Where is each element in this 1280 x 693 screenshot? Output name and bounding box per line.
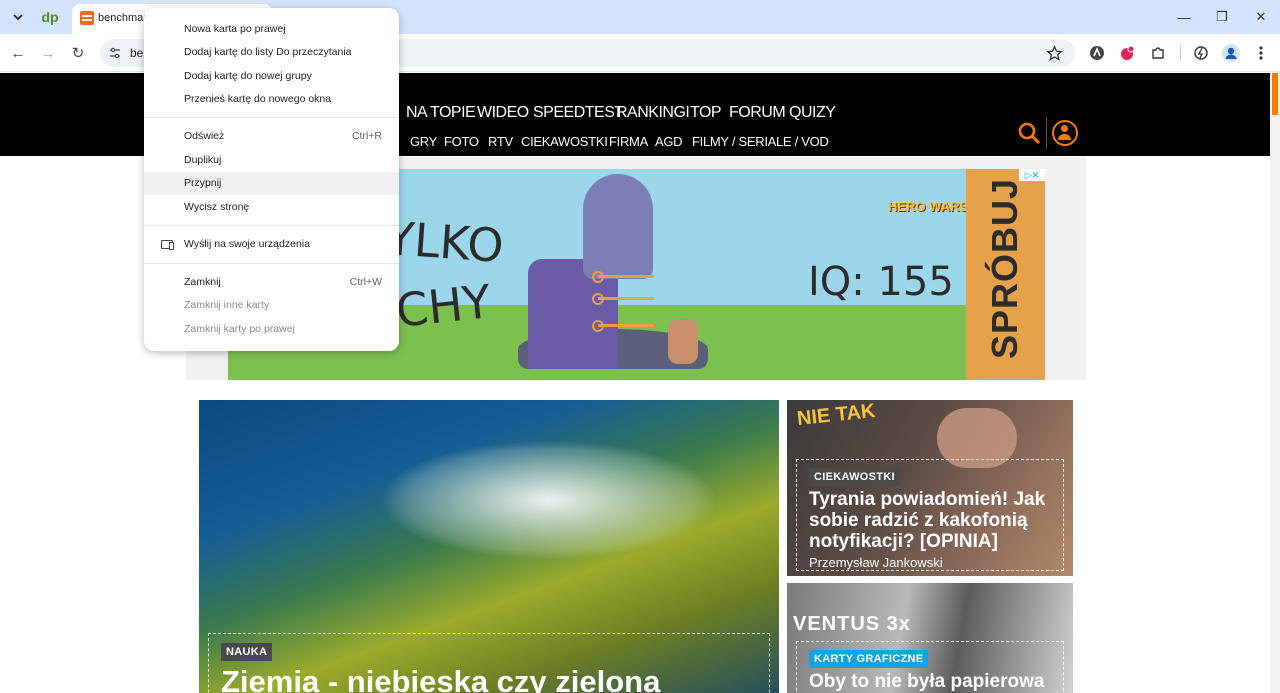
performance-icon[interactable] (1191, 43, 1211, 63)
extension-icon[interactable] (1087, 43, 1107, 63)
menu-item-close[interactable]: Zamknij Ctrl+W (144, 271, 399, 294)
ad-cta[interactable]: SPRÓBUJ (966, 169, 1045, 380)
menu-item-label: Zamknij karty po prawej (184, 323, 295, 335)
address-text: be (130, 46, 144, 60)
menu-item-send-to-devices[interactable]: Wyślij na swoje urządzenia (144, 233, 399, 256)
nav-sub-link[interactable]: RTV (488, 134, 513, 149)
puzzle-icon[interactable] (1148, 43, 1168, 63)
menu-item-label: Dodaj kartę do nowej grupy (184, 70, 312, 82)
tab-context-menu: Nowa karta po prawej Dodaj kartę do list… (144, 8, 399, 351)
back-button[interactable]: ← (5, 40, 31, 66)
menu-item-close-tabs-right[interactable]: Zamknij karty po prawej (144, 318, 399, 341)
category-badge[interactable]: CIEKAWOSTKI (809, 468, 900, 486)
site-settings-icon[interactable] (109, 47, 121, 59)
article-overlay-text: NIE TAK (796, 400, 877, 431)
menu-item-add-to-new-group[interactable]: Dodaj kartę do nowej grupy (144, 65, 399, 88)
search-icon[interactable] (1017, 121, 1041, 145)
menu-item-duplicate[interactable]: Duplikuj (144, 149, 399, 172)
menu-item-label: Odśwież (184, 130, 225, 142)
article-title[interactable]: Ziemia - niebieska czy zielona (221, 664, 660, 693)
menu-item-add-to-reading-list[interactable]: Dodaj kartę do listy Do przeczytania (144, 41, 399, 64)
ad-hero (668, 319, 698, 364)
nav-link[interactable]: WIDEO (477, 104, 529, 122)
ad-choices-icon[interactable]: ▷✕ (1019, 169, 1045, 181)
profile-avatar-icon[interactable] (1221, 43, 1241, 63)
site-favicon-icon (80, 11, 94, 25)
nav-link[interactable]: SPEEDTEST (533, 104, 624, 122)
nav-sub-link[interactable]: FOTO (444, 134, 479, 149)
minimize-button[interactable]: — (1172, 5, 1196, 29)
menu-separator (144, 225, 399, 226)
toolbar-divider (1180, 45, 1181, 61)
scrollbar-thumb[interactable] (1272, 73, 1278, 115)
nav-sub-link[interactable]: GRY (410, 134, 437, 149)
menu-item-new-tab-right[interactable]: Nowa karta po prawej (144, 18, 399, 41)
menu-item-mute-site[interactable]: Wycisz stronę (144, 196, 399, 219)
forward-button[interactable]: → (35, 40, 61, 66)
menu-item-label: Nowa karta po prawej (184, 23, 286, 35)
ad-pin (592, 271, 654, 283)
nav-sub-link[interactable]: FILMY / SERIALE / VOD (692, 134, 829, 149)
menu-item-close-other-tabs[interactable]: Zamknij inne karty (144, 294, 399, 317)
header-divider (1046, 117, 1047, 149)
menu-item-label: Zamknij (184, 276, 221, 288)
tab-search-button[interactable] (8, 7, 28, 27)
user-account-icon[interactable] (1052, 120, 1078, 146)
maximize-button[interactable]: ❐ (1210, 5, 1234, 29)
menu-item-label: Duplikuj (184, 154, 222, 166)
menu-separator (144, 263, 399, 264)
nav-sub-link[interactable]: FIRMA (609, 134, 648, 149)
menu-item-label: Wyślij na swoje urządzenia (184, 238, 310, 250)
ad-character (583, 174, 653, 279)
ad-pin (592, 320, 654, 332)
reload-button[interactable]: ↻ (65, 40, 91, 66)
nav-link[interactable]: TOP (690, 104, 722, 122)
ad-iq-text: IQ: 155 (808, 259, 954, 305)
menu-item-label: Przenieś kartę do nowego okna (184, 93, 332, 105)
close-window-button[interactable]: ✕ (1249, 5, 1273, 29)
side-article-card[interactable]: VENTUS 3x KARTY GRAFICZNE Oby to nie był… (787, 583, 1073, 693)
nav-sub-link[interactable]: CIEKAWOSTKI (521, 134, 608, 149)
menu-item-label: Przypnij (184, 177, 222, 189)
side-article-card[interactable]: NIE TAK CIEKAWOSTKI Tyrania powiadomień!… (787, 400, 1073, 576)
pinned-tab[interactable]: dp (36, 4, 64, 30)
article-overlay-text: VENTUS 3x (793, 613, 911, 635)
nav-sub-link[interactable]: AGD (655, 134, 683, 149)
ad-cta-label: SPRÓBUJ (984, 177, 1025, 359)
ad-brand-logo: HERO WARS (888, 199, 969, 214)
category-badge[interactable]: NAUKA (221, 643, 273, 661)
nav-link[interactable]: FORUM (729, 104, 786, 122)
article-author[interactable]: Przemysław Jankowski (809, 555, 943, 570)
extension-icon[interactable] (1117, 43, 1137, 63)
page-scrollbar[interactable] (1270, 73, 1280, 693)
nav-link[interactable]: NA TOPIE (406, 104, 476, 122)
menu-item-label: Zamknij inne karty (184, 299, 270, 311)
article-title[interactable]: Tyrania powiadomień! Jak sobie radzić z … (809, 489, 1069, 552)
menu-shortcut: Ctrl+R (351, 130, 382, 142)
main-article-card[interactable]: NAUKA Ziemia - niebieska czy zielona (199, 400, 779, 693)
devices-icon (161, 240, 174, 250)
article-title[interactable]: Oby to nie była papierowa (809, 671, 1044, 693)
menu-item-move-to-new-window[interactable]: Przenieś kartę do nowego okna (144, 88, 399, 111)
article-image (379, 440, 719, 560)
chrome-menu-icon[interactable] (1251, 43, 1271, 63)
menu-shortcut: Ctrl+W (349, 276, 382, 288)
bookmark-star-icon[interactable] (1046, 45, 1063, 62)
category-badge[interactable]: KARTY GRAFICZNE (809, 650, 929, 668)
menu-item-label: Wycisz stronę (184, 201, 250, 213)
menu-item-label: Dodaj kartę do listy Do przeczytania (184, 46, 352, 58)
ad-text-bottom: CHY (393, 274, 494, 338)
nav-link[interactable]: RANKINGI (616, 104, 690, 122)
chevron-down-icon (13, 14, 23, 21)
menu-separator (144, 117, 399, 118)
ad-pin (592, 293, 654, 305)
nav-link[interactable]: QUIZY (789, 104, 836, 122)
menu-item-reload[interactable]: Odśwież Ctrl+R (144, 125, 399, 148)
menu-item-pin[interactable]: Przypnij (144, 172, 399, 195)
